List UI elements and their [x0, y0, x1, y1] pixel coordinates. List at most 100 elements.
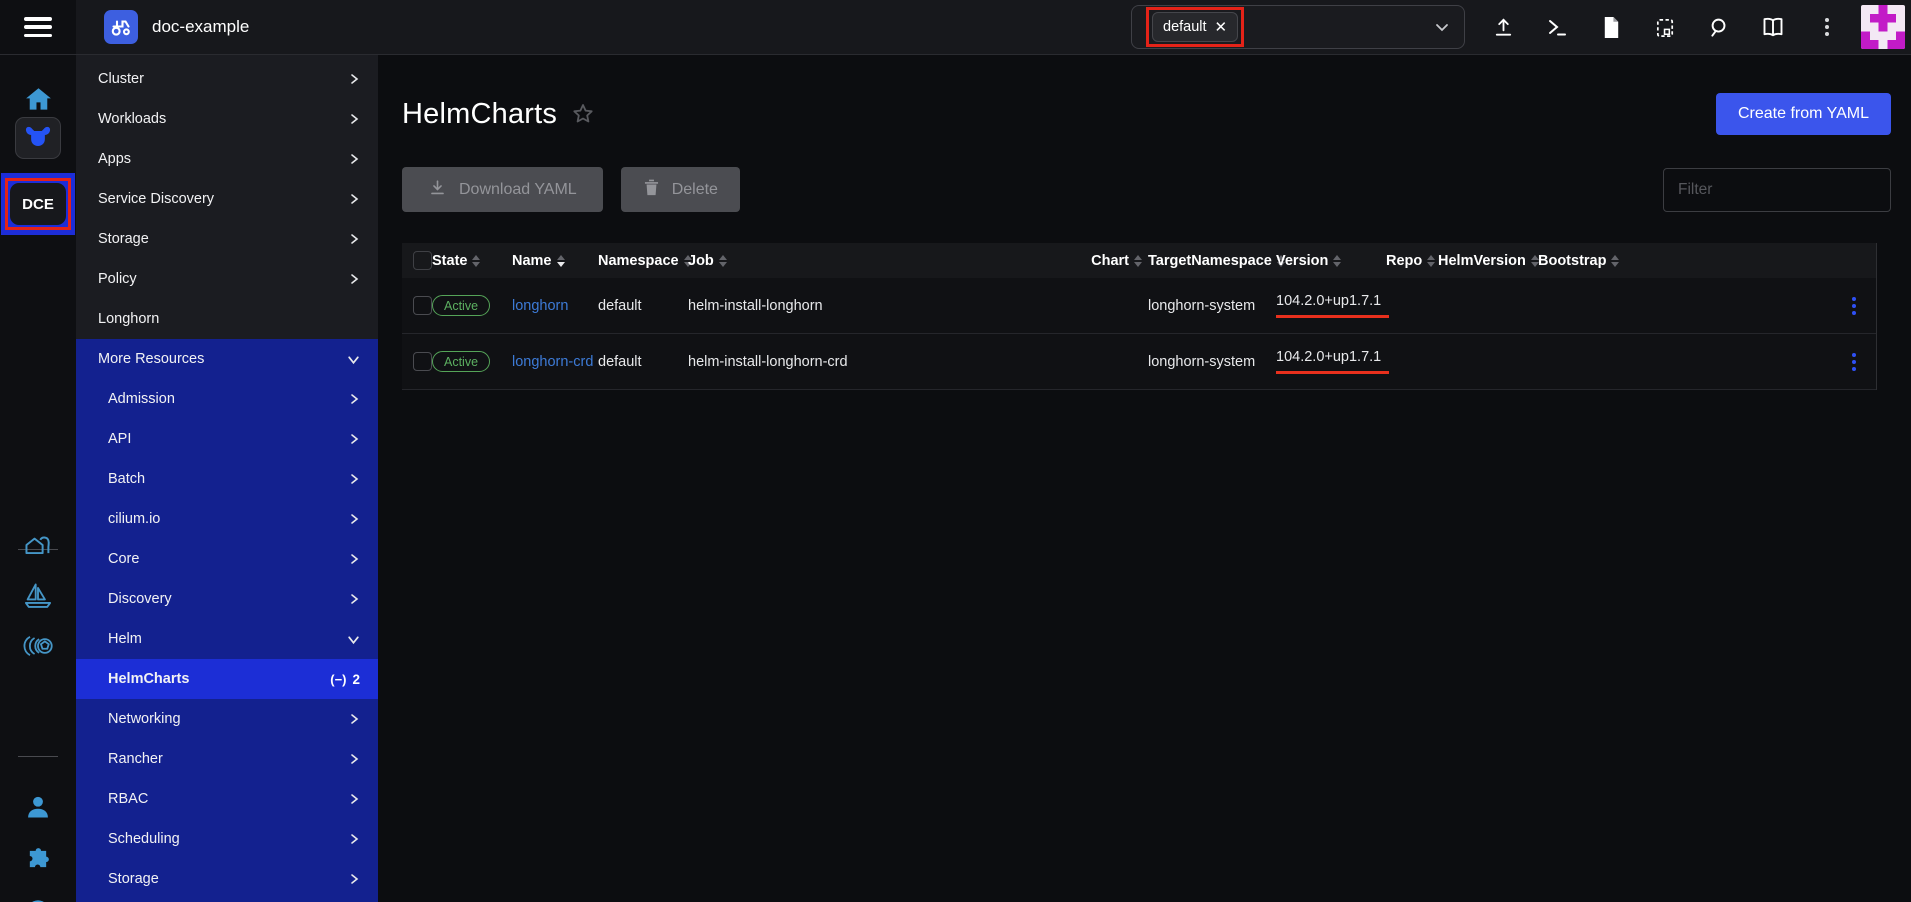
sort-icon	[1611, 255, 1619, 267]
column-header-version[interactable]: Version	[1276, 253, 1386, 269]
sort-icon	[557, 255, 565, 267]
cluster-brand[interactable]: doc-example	[76, 10, 249, 44]
sidebar-item-apps[interactable]: Apps	[76, 139, 378, 179]
sidebar-item-core[interactable]: Core	[76, 539, 378, 579]
sidebar-item-networking[interactable]: Networking	[76, 699, 378, 739]
sidebar-item-cilium-io[interactable]: cilium.io	[76, 499, 378, 539]
chevron-right-icon	[348, 873, 360, 885]
sidebar-item-longhorn[interactable]: Longhorn	[76, 299, 378, 339]
chevron-right-icon	[348, 273, 360, 285]
column-header-bootstrap[interactable]: Bootstrap	[1538, 253, 1832, 269]
sidebar-item-storage-sub[interactable]: Storage	[76, 859, 378, 899]
sidebar-item-admission[interactable]: Admission	[76, 379, 378, 419]
column-header-state[interactable]: State	[432, 253, 512, 269]
sidebar-item-workloads[interactable]: Workloads	[76, 99, 378, 139]
namespace-pill[interactable]: default ✕	[1152, 12, 1238, 42]
chevron-down-icon	[347, 353, 360, 366]
row-actions-kebab-icon[interactable]	[1832, 350, 1876, 374]
sidebar-item-helmcharts[interactable]: HelmCharts (−) 2	[76, 659, 378, 699]
sort-icon	[1333, 255, 1341, 267]
sidebar-item-discovery[interactable]: Discovery	[76, 579, 378, 619]
column-header-helmversion[interactable]: HelmVersion	[1438, 253, 1538, 269]
sidebar-item-storage[interactable]: Storage	[76, 219, 378, 259]
chain-hex-icon[interactable]	[0, 633, 76, 659]
sidebar-item-cluster[interactable]: Cluster	[76, 59, 378, 99]
column-header-targetnamespace[interactable]: TargetNamespace	[1148, 253, 1276, 269]
cell-version-annotated: 104.2.0+up1.7.1	[1276, 293, 1389, 318]
filter-input[interactable]	[1663, 168, 1891, 212]
globe-icon[interactable]	[0, 898, 76, 902]
garage-icon[interactable]	[0, 531, 76, 559]
left-icon-rail: DCE	[0, 55, 76, 902]
sort-icon	[1427, 255, 1435, 267]
table-header-row: State Name Namespace Job	[402, 243, 1876, 278]
kebab-menu-icon[interactable]	[1815, 15, 1839, 39]
helmcharts-table: State Name Namespace Job	[402, 243, 1877, 390]
docs-book-icon[interactable]	[1761, 15, 1785, 39]
sailboat-icon[interactable]	[0, 582, 76, 610]
app-window: doc-example default ✕	[0, 0, 1911, 902]
row-checkbox[interactable]	[413, 296, 432, 315]
hamburger-icon	[24, 17, 52, 37]
create-from-yaml-button[interactable]: Create from YAML	[1716, 93, 1891, 135]
namespace-pill-label: default	[1163, 19, 1207, 35]
column-header-repo[interactable]: Repo	[1386, 253, 1438, 269]
sidebar-item-batch[interactable]: Batch	[76, 459, 378, 499]
dce-product-block: DCE	[1, 173, 75, 235]
user-icon[interactable]	[0, 793, 76, 821]
import-yaml-icon[interactable]	[1491, 15, 1515, 39]
sidebar-item-helm[interactable]: Helm	[76, 619, 378, 659]
sidebar-item-api[interactable]: API	[76, 419, 378, 459]
puzzle-icon[interactable]	[0, 845, 76, 873]
row-actions-kebab-icon[interactable]	[1832, 294, 1876, 318]
sort-icon	[1134, 255, 1142, 267]
snapshot-copy-icon[interactable]	[1653, 15, 1677, 39]
chevron-right-icon	[348, 113, 360, 125]
column-header-job[interactable]: Job	[688, 253, 848, 269]
status-badge: Active	[432, 295, 490, 316]
sidebar-item-policy[interactable]: Policy	[76, 259, 378, 299]
sidebar-item-scheduling[interactable]: Scheduling	[76, 819, 378, 859]
table-row: Active longhorn default helm-install-lon…	[402, 278, 1876, 334]
home-icon[interactable]	[0, 87, 76, 112]
sidebar-item-more-resources[interactable]: More Resources	[76, 339, 378, 379]
sidebar-item-rbac[interactable]: RBAC	[76, 779, 378, 819]
table-row: Active longhorn-crd default helm-install…	[402, 334, 1876, 390]
column-header-name[interactable]: Name	[512, 253, 598, 269]
chevron-right-icon	[348, 593, 360, 605]
user-avatar[interactable]	[1861, 5, 1905, 49]
helmchart-name-link[interactable]: longhorn	[512, 298, 568, 314]
delete-button[interactable]: Delete	[621, 167, 740, 212]
chevron-right-icon	[348, 233, 360, 245]
row-checkbox[interactable]	[413, 352, 432, 371]
top-header: doc-example default ✕	[0, 0, 1911, 55]
column-header-namespace[interactable]: Namespace	[598, 253, 688, 269]
sidebar-item-service-discovery[interactable]: Service Discovery	[76, 179, 378, 219]
status-badge: Active	[432, 351, 490, 372]
cell-namespace: default	[598, 298, 688, 314]
favorite-star-icon[interactable]	[571, 102, 595, 126]
namespace-filter-dropdown[interactable]: default ✕	[1131, 5, 1465, 49]
select-all-checkbox[interactable]	[413, 251, 432, 270]
sidebar-item-rancher[interactable]: Rancher	[76, 739, 378, 779]
chevron-right-icon	[348, 713, 360, 725]
chevron-right-icon	[348, 833, 360, 845]
download-icon	[428, 178, 447, 202]
hamburger-menu-button[interactable]	[0, 0, 76, 54]
dce-button[interactable]: DCE	[10, 183, 66, 225]
chevron-down-icon	[1434, 19, 1450, 35]
search-icon[interactable]	[1707, 15, 1731, 39]
page-title: HelmCharts	[402, 98, 557, 131]
cell-target-namespace: longhorn-system	[1148, 298, 1276, 314]
cluster-explorer-button[interactable]	[15, 117, 61, 159]
chevron-right-icon	[348, 393, 360, 405]
sort-icon	[472, 255, 480, 267]
chevron-down-icon	[347, 633, 360, 646]
chevron-right-icon	[348, 193, 360, 205]
download-yaml-button[interactable]: Download YAML	[402, 167, 603, 212]
column-header-chart[interactable]: Chart	[848, 253, 1148, 269]
namespace-clear-icon[interactable]: ✕	[1215, 18, 1228, 36]
kubectl-shell-icon[interactable]	[1545, 15, 1569, 39]
helmchart-name-link[interactable]: longhorn-crd	[512, 354, 593, 370]
file-icon[interactable]	[1599, 15, 1623, 39]
